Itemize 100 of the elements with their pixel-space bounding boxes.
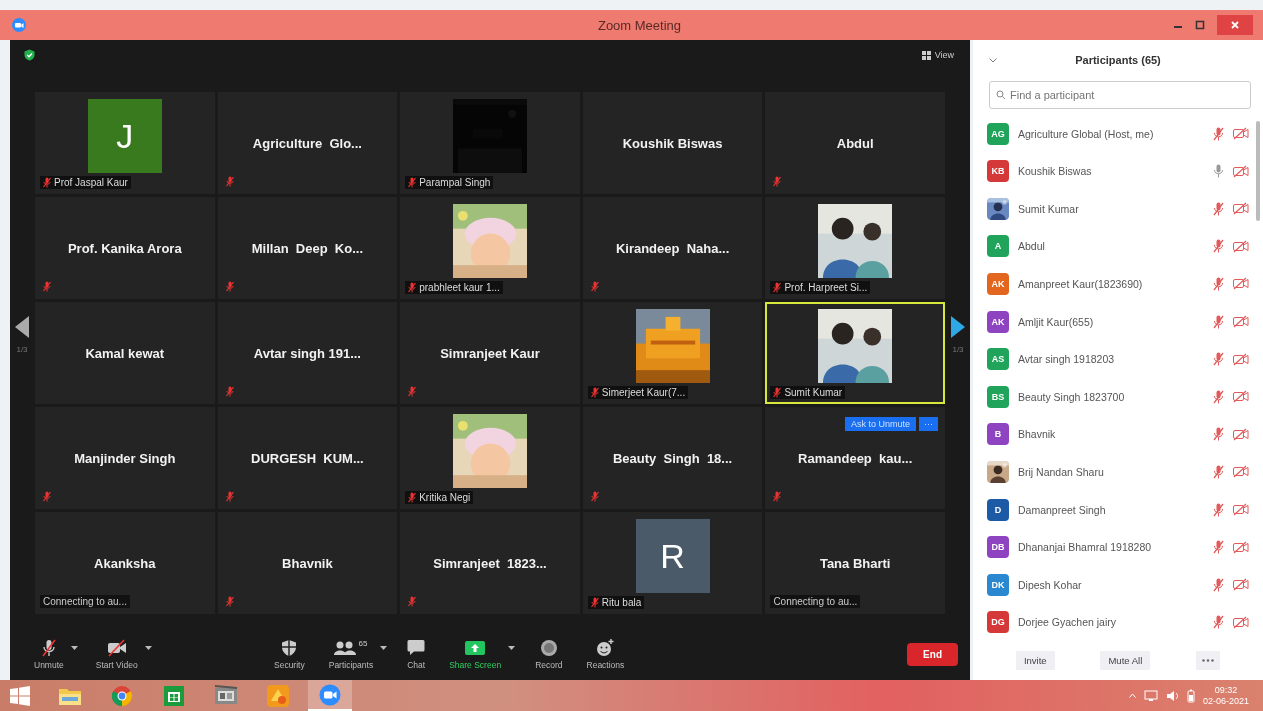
more-button[interactable] xyxy=(1196,651,1221,671)
participant-name: Akanksha xyxy=(94,555,156,571)
store-icon[interactable] xyxy=(164,685,184,706)
participant-name: Simranjeet 1823... xyxy=(433,555,547,571)
participant-name: Parampal Singh xyxy=(419,177,491,188)
close-icon[interactable] xyxy=(1230,20,1240,30)
ask-to-unmute-button[interactable]: Ask to Unmute xyxy=(844,417,916,431)
next-page-arrow[interactable] xyxy=(950,315,966,339)
participant-name: Koushik Biswas xyxy=(622,135,723,151)
avatar: AG xyxy=(987,122,1009,145)
film-icon[interactable] xyxy=(214,684,238,707)
caret-icon[interactable] xyxy=(70,645,78,650)
chat-icon[interactable] xyxy=(407,639,426,656)
avatar: A xyxy=(987,235,1009,258)
participant-name[interactable]: Avtar singh 1918203 xyxy=(1018,353,1204,366)
close-button[interactable] xyxy=(1217,15,1253,35)
participant-name[interactable]: Bhavnik xyxy=(1018,428,1204,441)
avatar: B xyxy=(987,423,1009,446)
participant-name[interactable]: Beauty Singh 1823700 xyxy=(1018,390,1204,403)
participant-name: prabhleet kaur 1... xyxy=(419,282,500,293)
battery-icon[interactable] xyxy=(1186,688,1195,703)
security-button[interactable]: Security xyxy=(270,638,309,670)
connection-status: Connecting to au... xyxy=(40,595,130,608)
participant-name: Abdul xyxy=(836,135,874,151)
page-indicator: 1/3 xyxy=(16,345,28,354)
page-indicator: 1/3 xyxy=(952,345,964,354)
participant-name: Simerjeet Kaur(7... xyxy=(601,387,686,398)
share-screen-icon[interactable] xyxy=(465,639,486,656)
avatar: KB xyxy=(987,160,1009,183)
end-button[interactable]: End xyxy=(907,642,958,666)
connection-status: Connecting to au... xyxy=(770,595,861,608)
caret-icon[interactable] xyxy=(144,645,152,650)
browser-icon[interactable] xyxy=(111,684,133,707)
chat-button[interactable]: Chat xyxy=(403,638,430,670)
video-off-icon[interactable] xyxy=(106,638,127,657)
participant-name: Tana Bharti xyxy=(819,555,891,571)
grid-icon[interactable] xyxy=(921,50,931,60)
participant-name[interactable]: Amanpreet Kaur(1823690) xyxy=(1018,278,1204,290)
camera-icon[interactable] xyxy=(319,683,341,706)
participant-name: Kirandeep Naha... xyxy=(615,240,730,256)
avatar: AS xyxy=(987,348,1009,371)
caret-icon[interactable] xyxy=(508,645,516,650)
app-icon[interactable] xyxy=(267,684,289,707)
collapse-icon[interactable] xyxy=(989,57,997,63)
record-button[interactable]: Record xyxy=(531,638,567,670)
windows-icon[interactable] xyxy=(10,685,30,706)
maximize-icon[interactable] xyxy=(1195,20,1205,30)
unmute-button[interactable]: Unmute xyxy=(30,638,68,670)
participant-name: Millan Deep Ko... xyxy=(251,240,363,256)
participant-name[interactable]: Agriculture Global (Host, me) xyxy=(1018,127,1204,140)
record-icon[interactable] xyxy=(539,638,558,657)
caret-icon[interactable] xyxy=(380,645,388,650)
mic-icon[interactable] xyxy=(1213,164,1224,179)
shield-icon[interactable] xyxy=(281,638,298,657)
start-video-button[interactable]: Start Video xyxy=(91,638,142,670)
participant-name: Agriculture Glo... xyxy=(252,135,362,151)
participant-name[interactable]: Damanpreet Singh xyxy=(1018,503,1204,516)
participant-name[interactable]: Dhananjai Bhamral 1918280 xyxy=(1018,541,1204,554)
participant-name[interactable]: Abdul xyxy=(1018,240,1204,253)
participant-name[interactable]: Brij Nandan Sharu xyxy=(1018,465,1204,478)
zoom-taskbar-button[interactable] xyxy=(308,680,352,711)
panel-title: Participants (65) xyxy=(1075,54,1161,67)
participant-name[interactable]: Sumit Kumar xyxy=(1018,202,1204,215)
reactions-button[interactable]: Reactions xyxy=(582,638,629,670)
network-icon[interactable] xyxy=(1143,689,1158,702)
share-button[interactable]: Share Screen xyxy=(445,638,506,670)
participant-name: Ritu bala xyxy=(601,597,642,608)
more-button[interactable]: ··· xyxy=(919,417,938,431)
avatar: BS xyxy=(987,385,1009,408)
participant-name: Ramandeep kau... xyxy=(798,450,913,466)
participant-name: Prof. Harpreet Si... xyxy=(784,282,868,293)
participant-name: Kamal kewat xyxy=(85,345,165,361)
participant-name: Avtar singh 191... xyxy=(253,345,361,361)
participant-name: Prof. Kanika Arora xyxy=(67,240,182,256)
avatar: AK xyxy=(987,310,1009,333)
more-icon[interactable] xyxy=(1202,659,1215,663)
search-field[interactable]: Find a participant xyxy=(989,80,1251,109)
participant-name: Kritika Negi xyxy=(419,492,471,503)
muted-mic-icon[interactable] xyxy=(39,638,58,657)
shield-icon[interactable] xyxy=(24,49,35,61)
participant-name: Bhavnik xyxy=(282,555,333,571)
search-icon xyxy=(996,89,1006,100)
avatar: D xyxy=(987,498,1009,521)
participant-name[interactable]: Dipesh Kohar xyxy=(1018,578,1204,591)
smiley-icon[interactable] xyxy=(596,638,615,657)
participant-name: Prof Jaspal Kaur xyxy=(54,177,128,188)
participant-name: Simranjeet Kaur xyxy=(440,345,540,361)
participant-name[interactable]: Amljit Kaur(655) xyxy=(1018,315,1204,328)
volume-icon[interactable] xyxy=(1165,689,1179,702)
scrollbar[interactable] xyxy=(1256,120,1260,221)
view-button[interactable]: View xyxy=(919,48,956,62)
participant-name[interactable]: Koushik Biswas xyxy=(1018,165,1204,178)
avatar-tile: R xyxy=(635,519,710,593)
previous-page-arrow[interactable] xyxy=(14,315,30,339)
people-icon[interactable] xyxy=(334,639,357,656)
participants-button[interactable]: 65 Participants xyxy=(324,638,378,670)
invite-button[interactable]: Invite xyxy=(1015,651,1055,671)
avatar: AK xyxy=(987,273,1009,295)
mute-all-button[interactable]: Mute All xyxy=(1100,651,1151,671)
participant-name[interactable]: Dorjee Gyachen jairy xyxy=(1018,616,1204,629)
